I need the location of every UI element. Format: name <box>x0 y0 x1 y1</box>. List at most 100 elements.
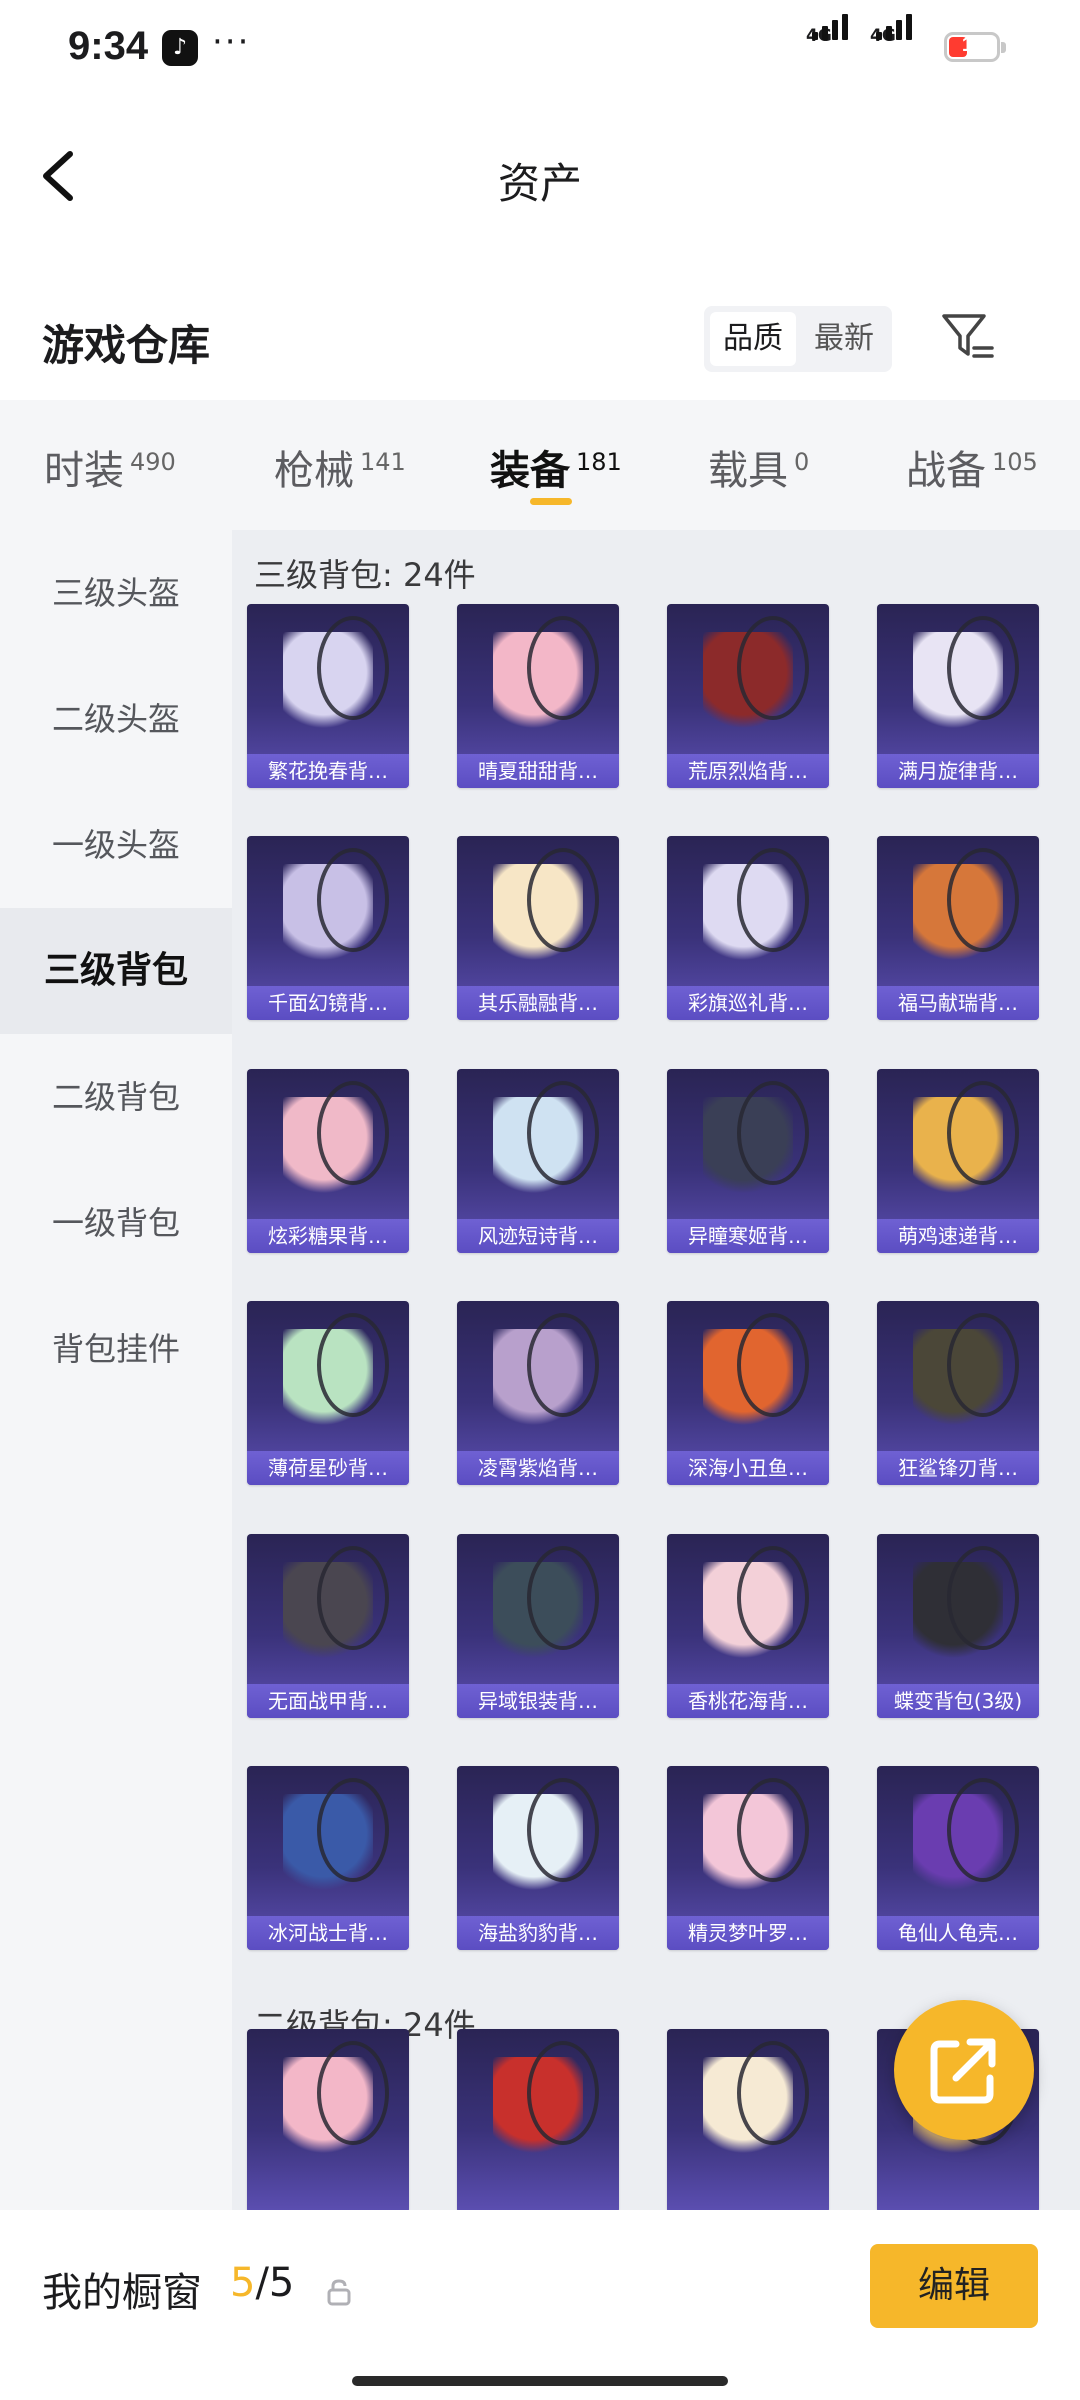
backpack-card[interactable]: 蝶变背包(3级) <box>877 1534 1039 1718</box>
tab-firearms[interactable]: 枪械 141 <box>274 438 406 496</box>
tab-equipment[interactable]: 装备 181 <box>490 438 622 496</box>
backpack-card[interactable]: 狂鲨锋刃背… <box>877 1301 1039 1485</box>
backpack-card[interactable]: 风迹短诗背… <box>457 1069 619 1253</box>
backpack-card[interactable] <box>247 2029 409 2210</box>
tiktok-icon: ♪ <box>162 30 198 66</box>
backpack-strap <box>737 2041 809 2145</box>
sidebar-item-backpack-lv2[interactable]: 二级背包 <box>0 1034 232 1160</box>
backpack-card[interactable]: 繁花挽春背… <box>247 604 409 788</box>
backpack-name: 福马献瑞背… <box>898 991 1018 1015</box>
warehouse-header: 游戏仓库 品质 最新 <box>0 290 1080 400</box>
filter-icon[interactable] <box>940 310 996 366</box>
backpack-strap <box>947 1546 1019 1650</box>
backpack-name: 蝶变背包(3级) <box>893 1689 1023 1713</box>
backpack-name: 无面战甲背… <box>268 1689 388 1713</box>
signal-icon: 4G <box>806 14 866 68</box>
tab-count: 0 <box>794 447 810 476</box>
backpack-strap <box>317 1313 389 1417</box>
backpack-card[interactable]: 凌霄紫焰背… <box>457 1301 619 1485</box>
backpack-strap <box>317 2041 389 2145</box>
backpack-name: 风迹短诗背… <box>478 1224 598 1248</box>
share-external-icon <box>930 2038 996 2104</box>
backpack-card[interactable]: 福马献瑞背… <box>877 836 1039 1020</box>
backpack-strap <box>737 848 809 952</box>
backpack-card[interactable]: 香桃花海背… <box>667 1534 829 1718</box>
backpack-card[interactable] <box>457 2029 619 2210</box>
sidebar-item-backpack-lv1[interactable]: 一级背包 <box>0 1160 232 1286</box>
backpack-name: 异域银装背… <box>478 1689 598 1713</box>
backpack-card[interactable]: 薄荷星砂背… <box>247 1301 409 1485</box>
backpack-strap <box>317 1778 389 1882</box>
backpack-card[interactable] <box>667 2029 829 2210</box>
tab-count: 181 <box>576 447 622 476</box>
backpack-name: 香桃花海背… <box>688 1689 808 1713</box>
backpack-card[interactable]: 满月旋律背… <box>877 604 1039 788</box>
showcase-count: 5/5 <box>230 2260 295 2306</box>
signal-icon-2: 4G <box>870 14 930 68</box>
sidebar-item-backpack-lv3[interactable]: 三级背包 <box>0 908 232 1034</box>
backpack-name: 炫彩糖果背… <box>268 1224 388 1248</box>
sidebar-item-helmet-lv3[interactable]: 三级头盔 <box>0 530 232 656</box>
backpack-strap <box>737 616 809 720</box>
bottom-bar: 我的橱窗 5/5 编辑 <box>0 2210 1080 2400</box>
edit-button[interactable]: 编辑 <box>870 2244 1038 2328</box>
backpack-strap <box>527 1081 599 1185</box>
backpack-card[interactable]: 异瞳寒姬背… <box>667 1069 829 1253</box>
tab-vehicles[interactable]: 载具 0 <box>708 438 809 496</box>
backpack-card[interactable]: 萌鸡速递背… <box>877 1069 1039 1253</box>
top-nav: 资产 <box>0 100 1080 250</box>
backpack-strap <box>947 848 1019 952</box>
battery-icon: 18 <box>944 32 1006 62</box>
section-title: 三级背包: 24件 <box>254 556 476 594</box>
sidebar-item-helmet-lv2[interactable]: 二级头盔 <box>0 656 232 782</box>
backpack-name: 深海小丑鱼… <box>688 1456 808 1480</box>
more-notifications-icon: ··· <box>212 22 251 62</box>
backpack-name: 荒原烈焰背… <box>688 759 808 783</box>
backpack-card[interactable]: 荒原烈焰背… <box>667 604 829 788</box>
backpack-strap <box>317 616 389 720</box>
tab-combat-gear[interactable]: 战备 105 <box>906 438 1038 496</box>
warehouse-title: 游戏仓库 <box>42 321 211 370</box>
page-title: 资产 <box>497 159 582 208</box>
backpack-name: 萌鸡速递背… <box>898 1224 1018 1248</box>
share-external-button[interactable] <box>894 2000 1034 2140</box>
backpack-strap <box>737 1313 809 1417</box>
showcase-label: 我的橱窗 <box>42 2270 202 2316</box>
backpack-card[interactable]: 精灵梦叶罗… <box>667 1766 829 1950</box>
backpack-strap <box>527 1546 599 1650</box>
backpack-strap <box>737 1778 809 1882</box>
backpack-strap <box>527 848 599 952</box>
backpack-card[interactable]: 深海小丑鱼… <box>667 1301 829 1485</box>
active-tab-indicator <box>530 498 572 505</box>
backpack-strap <box>317 1081 389 1185</box>
backpack-card[interactable]: 无面战甲背… <box>247 1534 409 1718</box>
backpack-strap <box>527 1778 599 1882</box>
tab-count: 141 <box>360 447 406 476</box>
lock-icon <box>327 2279 351 2306</box>
backpack-strap <box>527 616 599 720</box>
backpack-card[interactable]: 海盐豹豹背… <box>457 1766 619 1950</box>
backpack-card[interactable]: 晴夏甜甜背… <box>457 604 619 788</box>
backpack-strap <box>737 1081 809 1185</box>
backpack-card[interactable]: 彩旗巡礼背… <box>667 836 829 1020</box>
sidebar-item-backpack-charm[interactable]: 背包挂件 <box>0 1286 232 1412</box>
backpack-strap <box>947 1778 1019 1882</box>
backpack-name: 繁花挽春背… <box>268 759 388 783</box>
sort-quality-button[interactable]: 品质 <box>710 312 796 366</box>
sidebar-item-helmet-lv1[interactable]: 一级头盔 <box>0 782 232 908</box>
sort-toggle: 品质 最新 <box>704 306 892 372</box>
item-grid: 三级背包: 24件 二级背包: 24件 繁花挽春背… 晴夏甜甜背… 荒原烈焰背… 满月… <box>232 530 1080 2210</box>
backpack-card[interactable]: 炫彩糖果背… <box>247 1069 409 1253</box>
backpack-card[interactable]: 异域银装背… <box>457 1534 619 1718</box>
backpack-card[interactable]: 其乐融融背… <box>457 836 619 1020</box>
backpack-strap <box>317 848 389 952</box>
sort-newest-button[interactable]: 最新 <box>800 312 888 366</box>
tab-count: 490 <box>130 447 176 476</box>
home-indicator <box>352 2376 728 2386</box>
category-tabs: 时装 490 枪械 141 装备 181 载具 0 战备 105 <box>0 400 1080 530</box>
backpack-name: 千面幻镜背… <box>268 991 388 1015</box>
backpack-card[interactable]: 龟仙人龟壳… <box>877 1766 1039 1950</box>
backpack-card[interactable]: 冰河战士背… <box>247 1766 409 1950</box>
backpack-card[interactable]: 千面幻镜背… <box>247 836 409 1020</box>
tab-fashion[interactable]: 时装 490 <box>44 438 176 496</box>
